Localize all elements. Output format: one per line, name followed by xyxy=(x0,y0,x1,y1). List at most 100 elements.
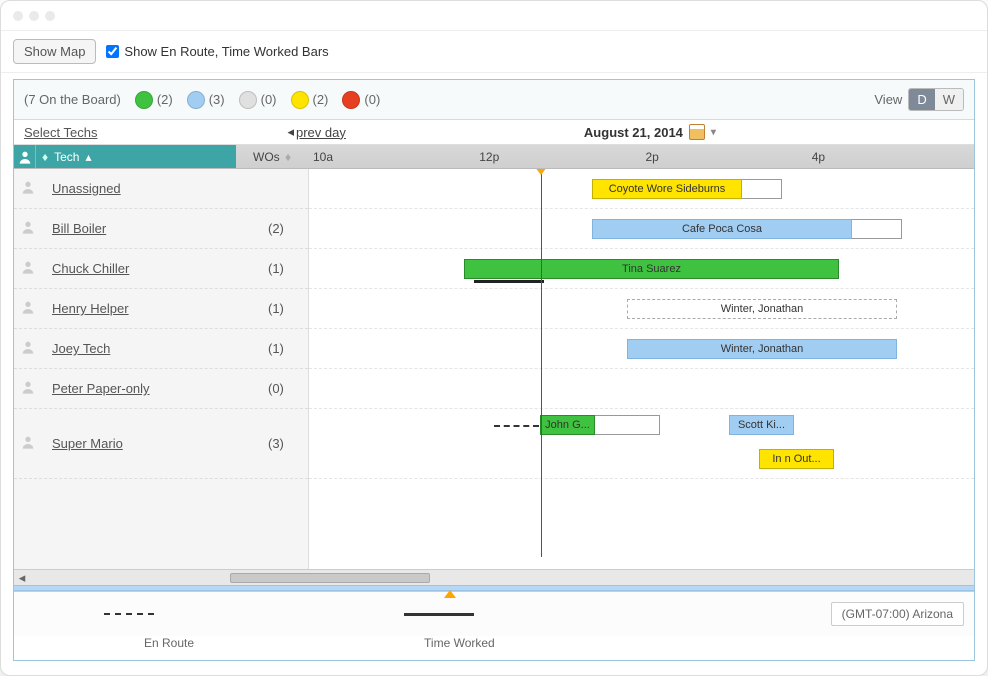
tech-name[interactable]: Unassigned xyxy=(52,181,258,196)
calendar-icon[interactable] xyxy=(689,124,705,140)
person-icon xyxy=(20,299,42,318)
person-icon xyxy=(14,145,36,168)
now-line xyxy=(541,169,542,557)
prev-day-label: prev day xyxy=(296,125,346,140)
scroll-left-icon[interactable]: ◂ xyxy=(14,570,30,586)
work-order-bar-ext[interactable] xyxy=(595,415,660,435)
hour-label: 12p xyxy=(475,150,641,164)
person-icon xyxy=(20,339,42,358)
window-dot xyxy=(29,11,39,21)
hour-label: 10a xyxy=(309,150,475,164)
toolbar: Show Map Show En Route, Time Worked Bars xyxy=(1,31,987,73)
footer-labels: En Route Time Worked xyxy=(14,636,974,660)
window-dot xyxy=(45,11,55,21)
person-icon xyxy=(20,179,42,198)
tech-name[interactable]: Chuck Chiller xyxy=(52,261,258,276)
status-red[interactable]: (0) xyxy=(342,91,380,109)
schedule-panel: (7 On the Board) (2) (3) (0) (2) xyxy=(13,79,975,661)
status-count: (2) xyxy=(157,92,173,107)
work-order-bar-dashed[interactable]: Winter, Jonathan xyxy=(627,299,897,319)
tech-row[interactable]: Bill Boiler (2) xyxy=(14,209,308,249)
view-day[interactable]: D xyxy=(909,89,934,110)
status-blue[interactable]: (3) xyxy=(187,91,225,109)
date-text: August 21, 2014 xyxy=(584,125,683,140)
scroll-thumb[interactable] xyxy=(230,573,430,583)
content: (7 On the Board) (2) (3) (0) (2) xyxy=(1,73,987,675)
titlebar xyxy=(1,1,987,31)
tech-row[interactable]: Joey Tech (1) xyxy=(14,329,308,369)
work-order-bar[interactable]: Cafe Poca Cosa xyxy=(592,219,852,239)
tech-row[interactable]: Henry Helper (1) xyxy=(14,289,308,329)
time-worked-legend xyxy=(404,613,474,616)
select-techs-link[interactable]: Select Techs xyxy=(24,125,97,140)
person-icon xyxy=(20,219,42,238)
hour-label: 2p xyxy=(642,150,808,164)
work-order-bar[interactable]: Coyote Wore Sideburns xyxy=(592,179,742,199)
status-count: (2) xyxy=(313,92,329,107)
time-worked-bar xyxy=(474,280,544,283)
wos-header-label: WOs xyxy=(253,150,280,164)
time-worked-label: Time Worked xyxy=(424,636,495,650)
timezone-box[interactable]: (GMT-07:00) Arizona xyxy=(831,602,964,626)
status-circle-icon xyxy=(135,91,153,109)
sort-asc-icon: ▴ xyxy=(85,150,91,164)
wo-count: (1) xyxy=(268,261,308,276)
window-dot xyxy=(13,11,23,21)
person-icon xyxy=(20,434,42,453)
board-count: (7 On the Board) xyxy=(24,92,121,107)
status-circle-icon xyxy=(342,91,360,109)
work-order-bar[interactable]: In n Out... xyxy=(759,449,834,469)
hour-labels: 10a 12p 2p 4p xyxy=(309,150,974,164)
show-bars-checkbox-input[interactable] xyxy=(106,45,119,58)
horizontal-scrollbar[interactable]: ◂ xyxy=(14,569,974,585)
work-order-bar[interactable]: Winter, Jonathan xyxy=(627,339,897,359)
status-circle-icon xyxy=(239,91,257,109)
tech-row[interactable]: Super Mario (3) xyxy=(14,409,308,479)
work-order-bar[interactable]: Scott Ki... xyxy=(729,415,794,435)
tech-row[interactable]: Peter Paper-only (0) xyxy=(14,369,308,409)
en-route-line xyxy=(494,425,539,427)
prev-day-button[interactable]: ◂ prev day xyxy=(287,124,345,140)
person-icon xyxy=(20,379,42,398)
tech-name[interactable]: Bill Boiler xyxy=(52,221,258,236)
legend-row: (7 On the Board) (2) (3) (0) (2) xyxy=(14,80,974,120)
wos-column-header[interactable]: WOs ♦ xyxy=(249,150,309,164)
view-toggle: View D W xyxy=(874,88,964,111)
work-order-bar[interactable]: John G... xyxy=(540,415,595,435)
tech-row[interactable]: Chuck Chiller (1) xyxy=(14,249,308,289)
column-header-row: ♦ Tech ▴ WOs ♦ 10a 12p 2p 4p xyxy=(14,145,974,169)
person-icon xyxy=(20,259,42,278)
status-count: (0) xyxy=(364,92,380,107)
view-label: View xyxy=(874,92,902,107)
current-date: August 21, 2014 ▾ xyxy=(476,124,824,140)
sort-icon: ♦ xyxy=(285,150,291,164)
wo-count: (2) xyxy=(268,221,308,236)
tech-row-unassigned[interactable]: Unassigned xyxy=(14,169,308,209)
wo-count: (3) xyxy=(268,436,308,451)
tech-column-header[interactable]: ♦ Tech ▴ xyxy=(14,145,249,168)
footer: (GMT-07:00) Arizona xyxy=(14,591,974,636)
work-order-bar-ext[interactable] xyxy=(742,179,782,199)
status-count: (3) xyxy=(209,92,225,107)
tech-name[interactable]: Joey Tech xyxy=(52,341,258,356)
show-map-button[interactable]: Show Map xyxy=(13,39,96,64)
status-yellow[interactable]: (2) xyxy=(291,91,329,109)
status-count: (0) xyxy=(261,92,277,107)
work-order-bar-ext[interactable] xyxy=(852,219,902,239)
en-route-label: En Route xyxy=(144,636,194,650)
hour-label: 4p xyxy=(808,150,974,164)
tech-name[interactable]: Peter Paper-only xyxy=(52,381,258,396)
wo-count: (1) xyxy=(268,341,308,356)
status-green[interactable]: (2) xyxy=(135,91,173,109)
timeline[interactable]: Coyote Wore Sideburns Cafe Poca Cosa Tin… xyxy=(309,169,974,569)
tech-name[interactable]: Super Mario xyxy=(52,436,258,451)
status-gray[interactable]: (0) xyxy=(239,91,277,109)
date-nav-row: Select Techs ◂ prev day August 21, 2014 … xyxy=(14,120,974,145)
now-marker-bottom-icon xyxy=(444,590,456,598)
view-week[interactable]: W xyxy=(935,89,963,110)
tech-header-label: Tech xyxy=(54,150,79,164)
tech-name[interactable]: Henry Helper xyxy=(52,301,258,316)
show-bars-checkbox[interactable]: Show En Route, Time Worked Bars xyxy=(106,44,328,59)
chevron-down-icon[interactable]: ▾ xyxy=(711,127,716,138)
work-order-bar[interactable]: Tina Suarez xyxy=(464,259,839,279)
